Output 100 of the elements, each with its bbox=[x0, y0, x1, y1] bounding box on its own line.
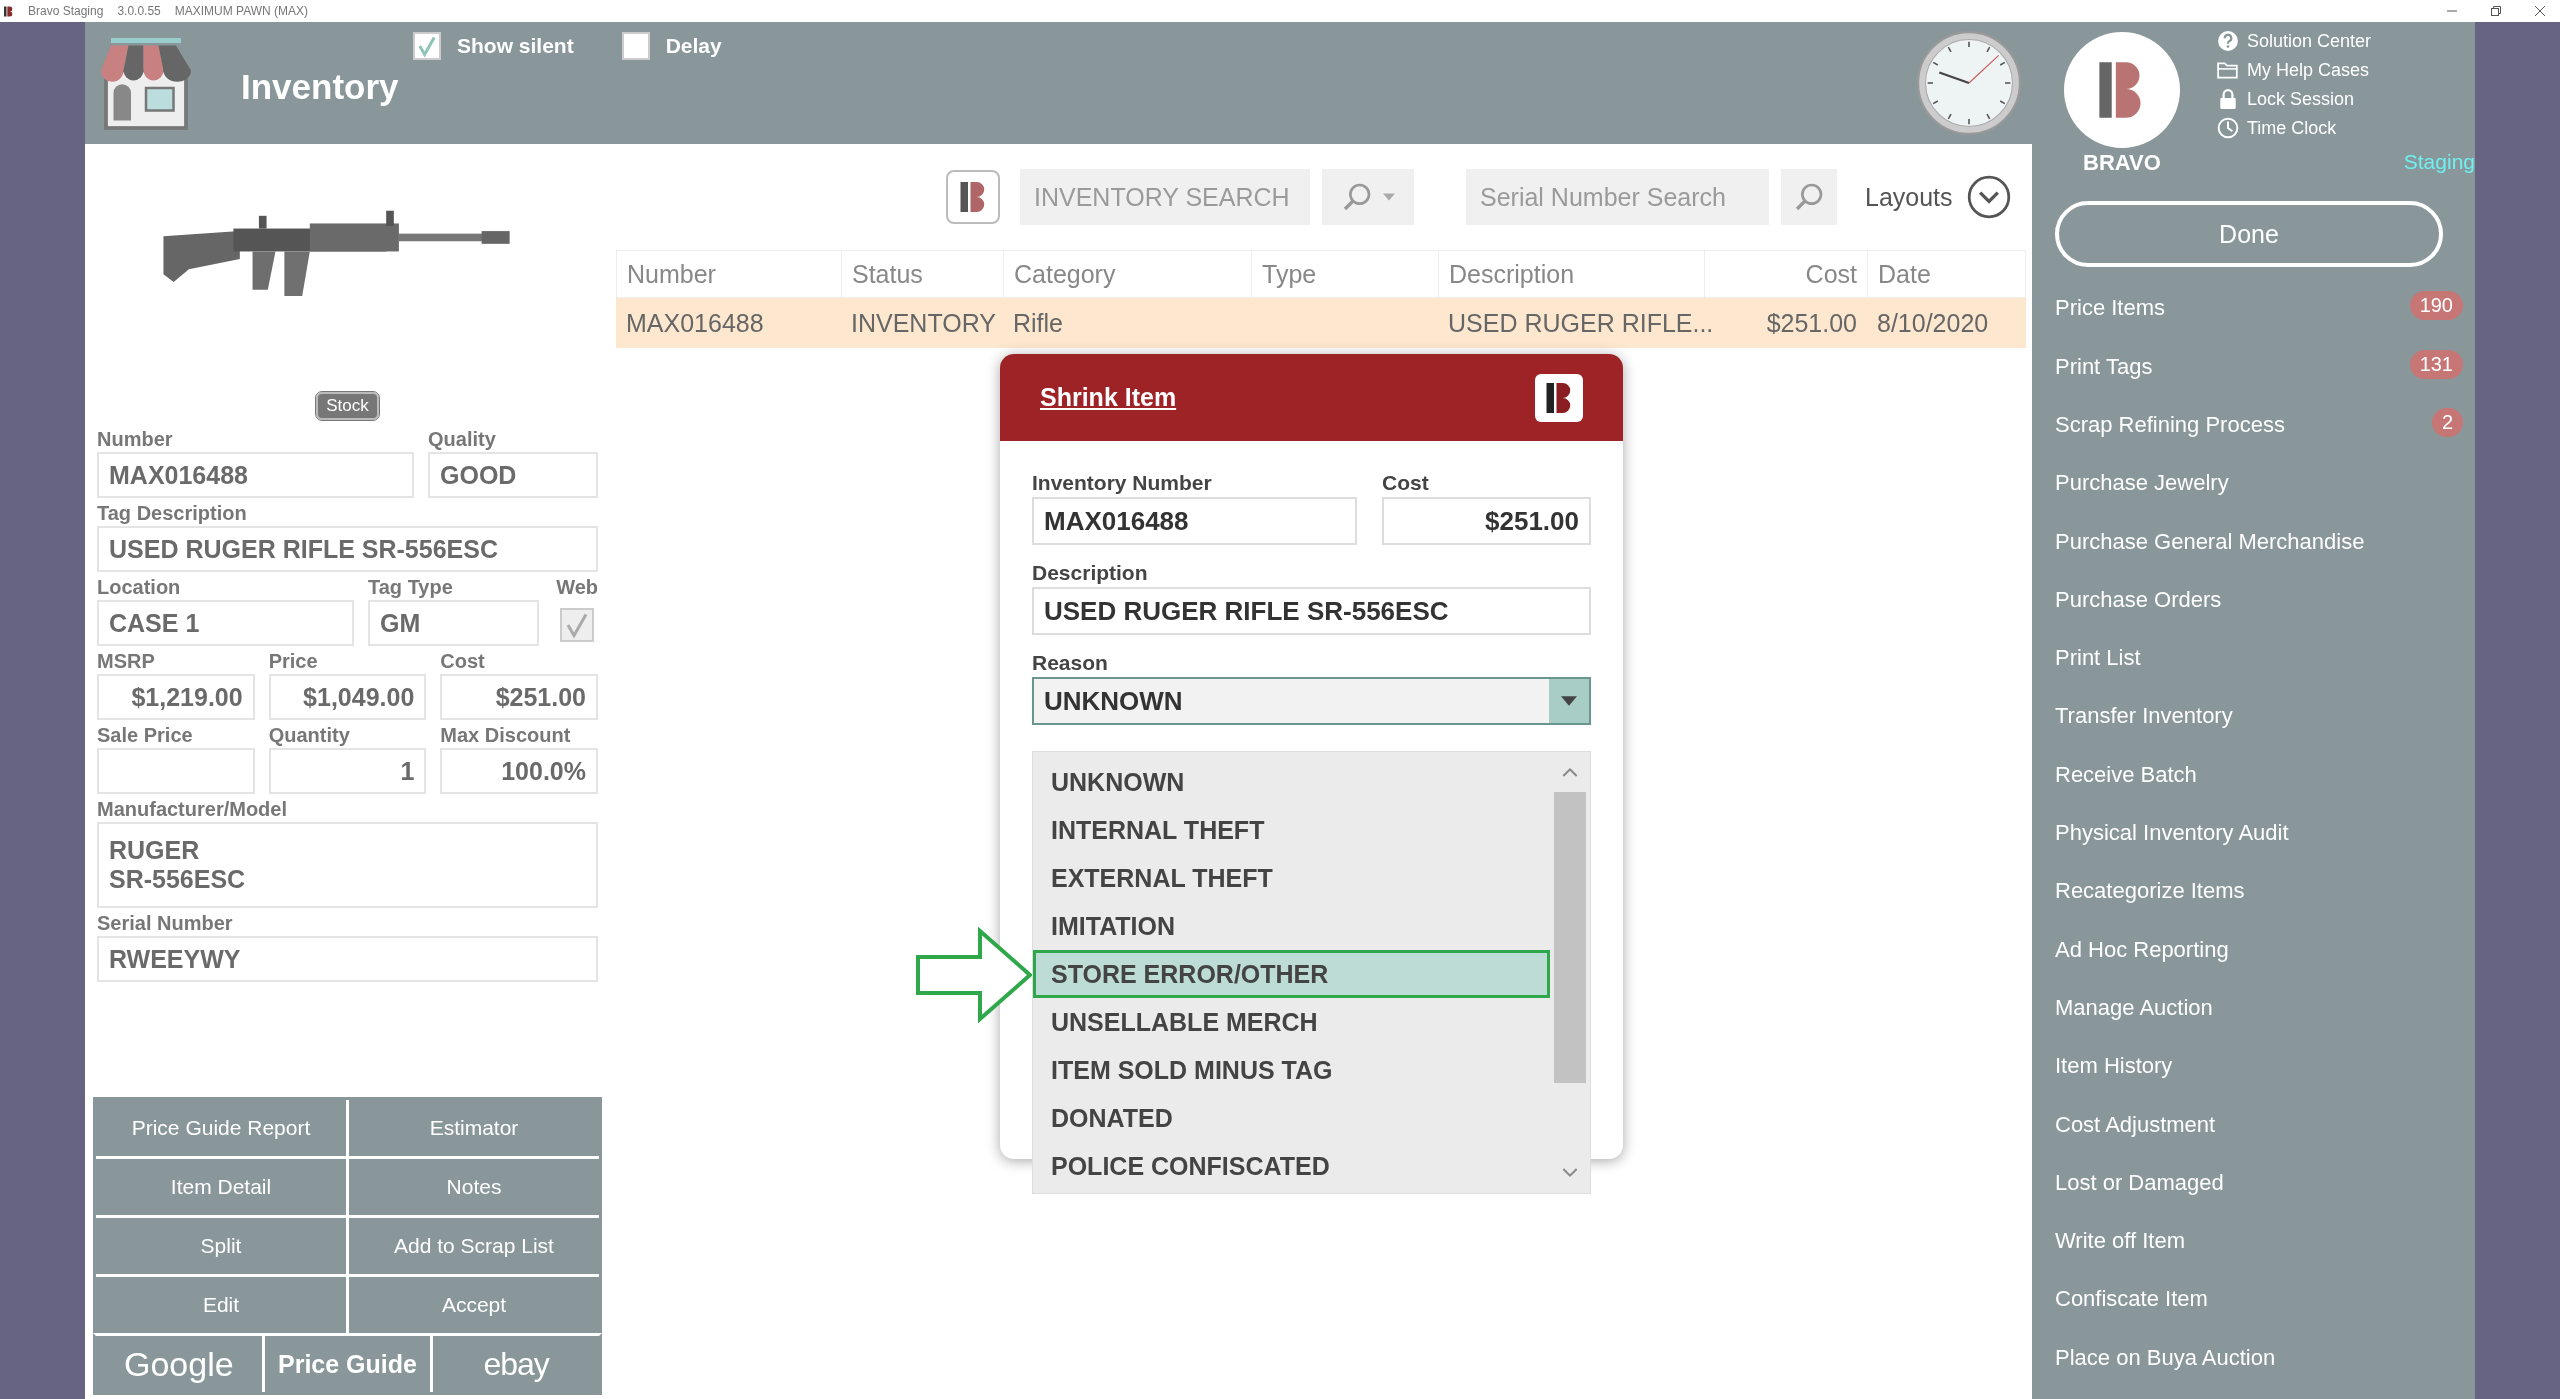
sidebar-item[interactable]: Manage Auction bbox=[2055, 994, 2213, 1021]
sidebar-item[interactable]: Ad Hoc Reporting bbox=[2055, 936, 2229, 963]
sidebar-item[interactable]: Item History bbox=[2055, 1053, 2173, 1080]
column-header[interactable]: Category bbox=[1004, 251, 1252, 297]
action-button[interactable]: Notes bbox=[349, 1159, 599, 1215]
field-label: Tag Description bbox=[97, 501, 248, 526]
help-link-label[interactable]: Lock Session bbox=[2247, 88, 2355, 110]
link-button[interactable]: Price Guide bbox=[264, 1336, 431, 1392]
field-label: Quality bbox=[428, 427, 497, 452]
help-link-label[interactable]: Solution Center bbox=[2247, 30, 2372, 52]
dropdown-option[interactable]: DONATED bbox=[1033, 1094, 1550, 1142]
column-header[interactable]: Type bbox=[1252, 251, 1439, 297]
sidebar-item[interactable]: Cost Adjustment bbox=[2055, 1111, 2216, 1138]
dropdown-option[interactable]: INTERNAL THEFT bbox=[1033, 806, 1550, 854]
field-label: Cost bbox=[1382, 470, 1430, 496]
field-label: Tag Type bbox=[368, 575, 454, 600]
done-button[interactable]: Done bbox=[2055, 200, 2443, 268]
field-label: Location bbox=[97, 575, 182, 600]
dropdown-option[interactable]: STORE ERROR/OTHER bbox=[1033, 950, 1550, 998]
scroll-up-icon[interactable] bbox=[1562, 766, 1578, 778]
sidebar-item[interactable]: Purchase Jewelry bbox=[2055, 470, 2229, 497]
sidebar-item[interactable]: Print List bbox=[2055, 645, 2141, 672]
column-header[interactable]: Number bbox=[617, 251, 842, 297]
input-field[interactable]: 100.0% bbox=[440, 748, 598, 794]
sidebar-item[interactable]: Receive Batch bbox=[2055, 761, 2197, 788]
field-label: Web bbox=[556, 575, 598, 600]
input-field[interactable]: $251.00 bbox=[440, 674, 598, 720]
help-link-label[interactable]: Time Clock bbox=[2247, 117, 2337, 139]
search-field[interactable]: Serial Number Search bbox=[1466, 169, 1769, 225]
sidebar-item[interactable]: Scrap Refining Process bbox=[2055, 411, 2285, 438]
sidebar-item[interactable]: Purchase Orders bbox=[2055, 586, 2222, 613]
input-field[interactable]: 1 bbox=[268, 748, 427, 794]
input-field[interactable]: MAX016488 bbox=[1032, 497, 1357, 545]
input-field[interactable]: RWEEYWY bbox=[97, 936, 598, 982]
table-row[interactable]: MAX016488 INVENTORY Rifle USED RUGER RIFLE... $251.00 8/10/2020 bbox=[616, 298, 2026, 348]
action-button[interactable]: Estimator bbox=[349, 1100, 599, 1156]
sidebar-item[interactable]: Print Tags bbox=[2055, 353, 2153, 380]
dropdown-option[interactable]: EXTERNAL THEFT bbox=[1033, 854, 1550, 902]
help-link-label[interactable]: My Help Cases bbox=[2247, 59, 2370, 81]
search-field[interactable]: INVENTORY SEARCH bbox=[1020, 169, 1310, 225]
restore-icon[interactable] bbox=[2490, 5, 2502, 17]
sidebar-item[interactable]: Price Items bbox=[2055, 295, 2166, 322]
dropdown-option[interactable]: UNKNOWN bbox=[1033, 758, 1550, 806]
input-field[interactable]: GM bbox=[368, 600, 539, 646]
checkbox[interactable] bbox=[560, 608, 594, 642]
field-label: Description bbox=[1032, 560, 1149, 586]
column-header[interactable]: Description bbox=[1439, 251, 1705, 297]
dropdown-option[interactable]: ITEM SOLD MINUS TAG bbox=[1033, 1046, 1550, 1094]
field-label: Inventory Number bbox=[1032, 470, 1213, 496]
input-field[interactable]: GOOD bbox=[428, 452, 598, 498]
sidebar-item[interactable]: Purchase General Merchandise bbox=[2055, 528, 2365, 555]
action-button[interactable]: Item Detail bbox=[96, 1159, 346, 1215]
sidebar-item[interactable]: Transfer Inventory bbox=[2055, 703, 2233, 730]
search-icon bbox=[1341, 181, 1373, 213]
link-button[interactable]: ebay bbox=[433, 1336, 599, 1392]
sidebar-item[interactable]: Lost or Damaged bbox=[2055, 1169, 2224, 1196]
action-button[interactable]: Split bbox=[96, 1218, 346, 1274]
sidebar-item[interactable]: Recategorize Items bbox=[2055, 878, 2245, 905]
column-header[interactable]: Cost bbox=[1705, 251, 1868, 297]
caret-icon bbox=[1383, 193, 1395, 201]
column-header[interactable]: Date bbox=[1868, 251, 2025, 297]
search-button[interactable] bbox=[1781, 169, 1837, 225]
field-label: Sale Price bbox=[97, 723, 194, 748]
input-field[interactable]: USED RUGER RIFLE SR-556ESC bbox=[1032, 587, 1591, 635]
dropdown-option[interactable]: UNSELLABLE MERCH bbox=[1033, 998, 1550, 1046]
column-header[interactable]: Status bbox=[842, 251, 1004, 297]
layouts-button[interactable]: Layouts bbox=[1865, 182, 1953, 212]
input-field[interactable]: $1,049.00 bbox=[268, 674, 427, 720]
dropdown-option[interactable]: POLICE CONFISCATED bbox=[1033, 1142, 1550, 1190]
action-button[interactable]: Add to Scrap List bbox=[349, 1218, 599, 1274]
field-label: MSRP bbox=[97, 649, 156, 674]
search-button[interactable] bbox=[1322, 169, 1414, 225]
input-field[interactable]: CASE 1 bbox=[97, 600, 354, 646]
sidebar-item[interactable]: Place on Buya Auction bbox=[2055, 1344, 2276, 1371]
sidebar-item[interactable]: Confiscate Item bbox=[2055, 1286, 2208, 1313]
dropdown-option[interactable]: IMITATION bbox=[1033, 902, 1550, 950]
table-cell: MAX016488 bbox=[626, 308, 764, 337]
input-field[interactable]: USED RUGER RIFLE SR-556ESC bbox=[97, 526, 598, 572]
reason-dropdown[interactable]: UNKNOWN bbox=[1032, 677, 1591, 725]
sidebar-item[interactable]: Physical Inventory Audit bbox=[2055, 820, 2289, 847]
input-field[interactable]: RUGER SR-556ESC bbox=[97, 822, 598, 908]
scroll-down-icon[interactable] bbox=[1562, 1167, 1578, 1179]
input-field[interactable]: $251.00 bbox=[1382, 497, 1591, 545]
chevron-down-icon[interactable] bbox=[1966, 175, 2011, 219]
input-field[interactable] bbox=[97, 748, 255, 794]
close-icon[interactable] bbox=[2534, 5, 2546, 17]
link-button[interactable]: Google bbox=[96, 1336, 262, 1392]
action-button[interactable]: Price Guide Report bbox=[96, 1100, 346, 1156]
logo-button[interactable] bbox=[946, 170, 1000, 224]
sidebar-item[interactable]: Write off Item bbox=[2055, 1228, 2185, 1255]
caret-icon bbox=[1561, 696, 1577, 706]
checkbox[interactable] bbox=[621, 32, 650, 60]
checkbox[interactable] bbox=[413, 32, 441, 60]
count-badge: 2 bbox=[2431, 407, 2463, 437]
action-button[interactable]: Edit bbox=[96, 1277, 346, 1333]
input-field[interactable]: MAX016488 bbox=[97, 452, 414, 498]
input-field[interactable]: $1,219.00 bbox=[97, 674, 255, 720]
action-button[interactable]: Accept bbox=[349, 1277, 599, 1333]
field-label: Serial Number bbox=[97, 911, 234, 936]
table-cell: $251.00 bbox=[1766, 308, 1857, 337]
